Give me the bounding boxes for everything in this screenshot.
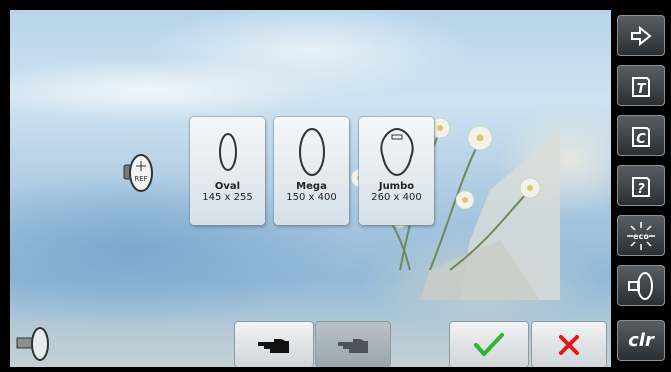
eco-button[interactable]: eco	[617, 215, 665, 256]
hoop-jumbo-button[interactable]: Jumbo 260 x 400	[359, 117, 434, 225]
hoop-select-icon	[628, 271, 653, 300]
help-icon: ?	[632, 176, 650, 197]
mega-hoop-icon	[298, 128, 325, 176]
exit-arrow-icon	[631, 25, 652, 46]
ref-label: REF	[134, 175, 147, 183]
hoop-size: 260 x 400	[371, 192, 422, 203]
confirm-button[interactable]	[450, 322, 528, 367]
hoop-name: Oval	[214, 181, 241, 192]
reference-hoop-icon: REF	[123, 154, 153, 192]
svg-text:?: ?	[637, 182, 645, 197]
hand-pointer-icon	[258, 338, 289, 353]
hoop-select-button[interactable]	[617, 265, 665, 306]
main-area: REF Oval 145 x 255 Mega 150 x 400 Jumbo …	[10, 10, 611, 367]
svg-text:T: T	[637, 82, 647, 97]
hoop-name: Mega	[296, 181, 327, 192]
svg-text:eco: eco	[633, 232, 649, 241]
hoop-mega-button[interactable]: Mega 150 x 400	[274, 117, 349, 225]
hoop-attach-icon[interactable]	[16, 326, 50, 362]
hand-pointer-button[interactable]	[235, 322, 313, 367]
help-button[interactable]: ?	[617, 165, 665, 206]
hoop-oval-button[interactable]: Oval 145 x 255	[190, 117, 265, 225]
hoop-name: Jumbo	[378, 181, 415, 192]
hand-pointer-dim-icon	[338, 338, 368, 353]
jumbo-hoop-icon	[380, 127, 413, 177]
svg-text:C: C	[636, 132, 646, 147]
hoop-size: 145 x 255	[202, 192, 253, 203]
checkmark-icon	[474, 332, 504, 356]
hand-pointer-alt-button[interactable]	[316, 322, 390, 367]
exit-button[interactable]	[617, 15, 665, 56]
tutorial-button[interactable]: T	[617, 65, 665, 106]
eco-icon: eco	[627, 221, 655, 250]
hoop-size: 150 x 400	[286, 192, 337, 203]
cancel-button[interactable]	[532, 322, 606, 367]
right-sidebar: T C ? eco clr	[611, 10, 671, 372]
creative-consultant-icon: C	[632, 126, 650, 147]
clear-button[interactable]: clr	[617, 320, 665, 361]
tutorial-icon: T	[632, 76, 650, 97]
top-bar	[0, 0, 671, 10]
embroidery-hoop-selection-screen: REF Oval 145 x 255 Mega 150 x 400 Jumbo …	[0, 0, 671, 372]
clear-icon: clr	[628, 330, 654, 351]
creative-consultant-button[interactable]: C	[617, 115, 665, 156]
oval-hoop-icon	[218, 133, 237, 171]
close-icon	[559, 334, 579, 355]
